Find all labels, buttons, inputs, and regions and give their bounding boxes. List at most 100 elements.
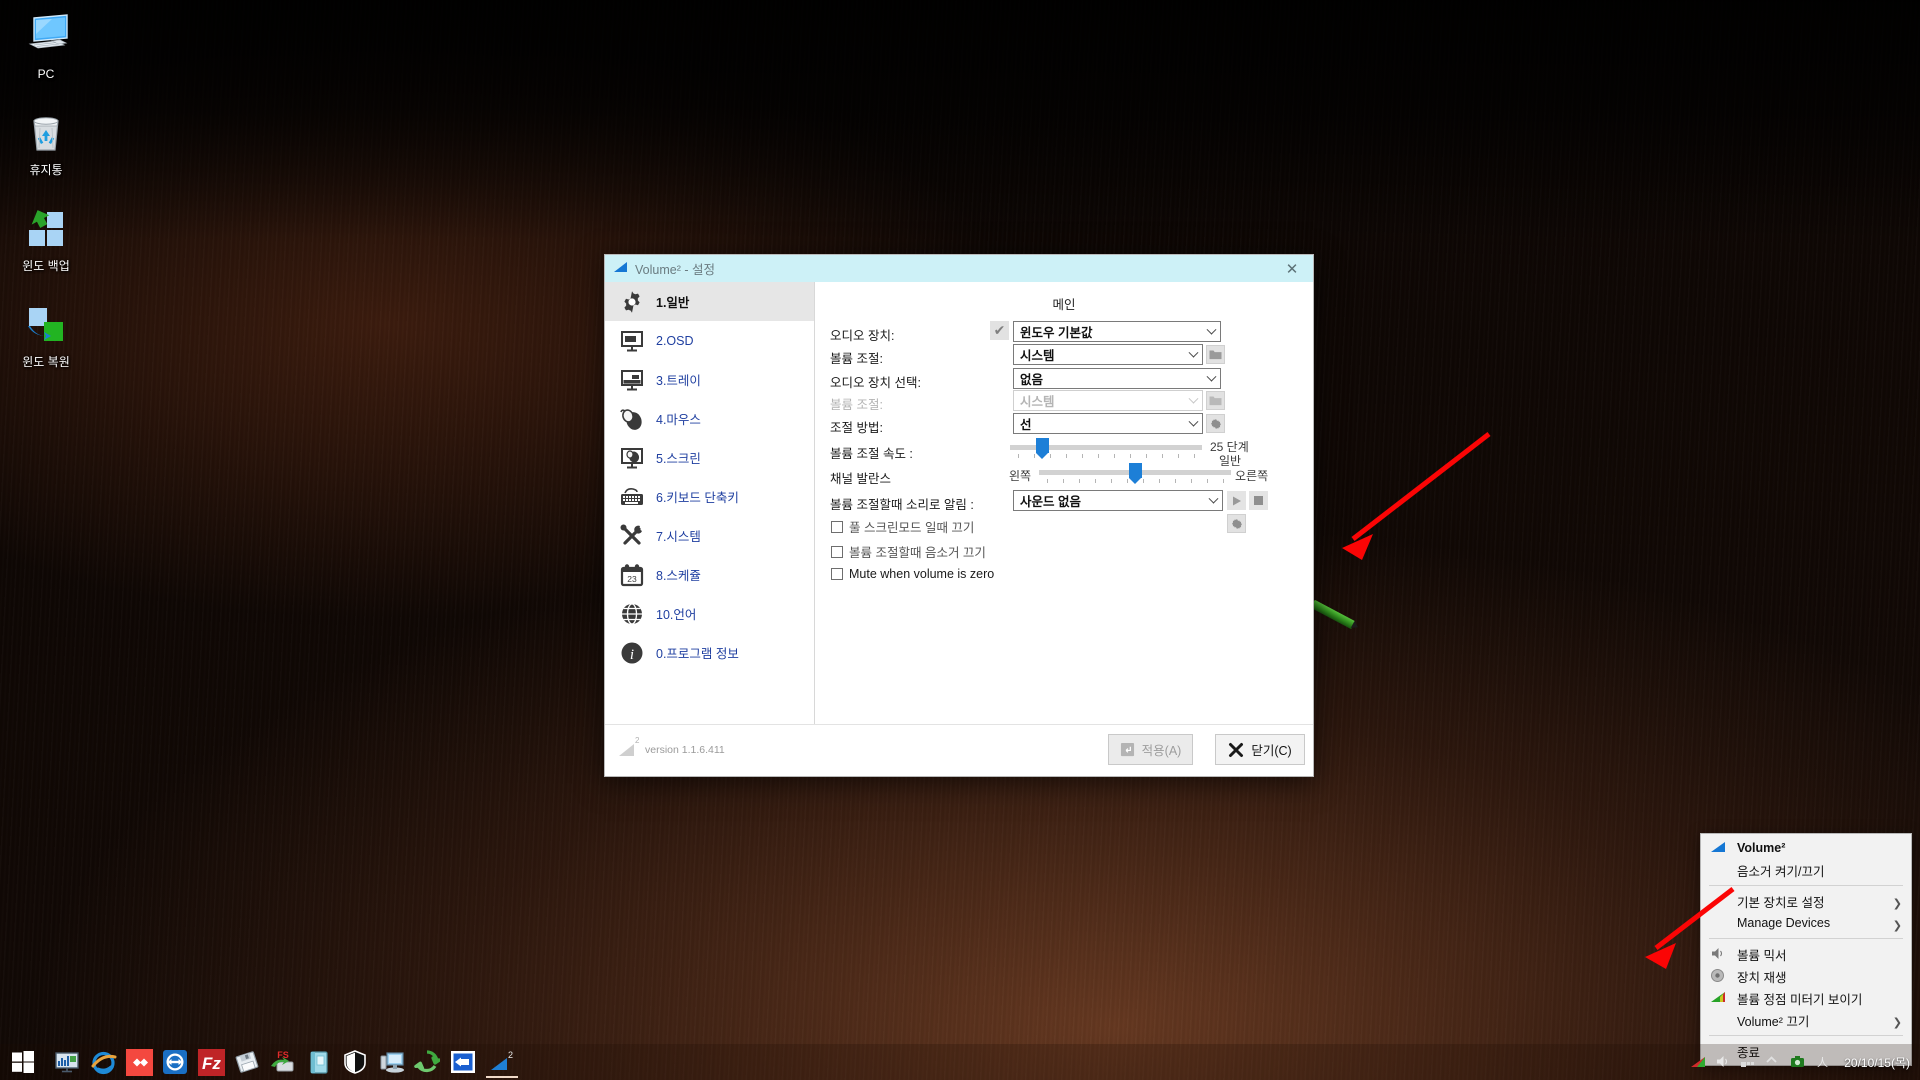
network-monitor-icon[interactable] bbox=[52, 1047, 82, 1077]
checkbox-box[interactable] bbox=[831, 520, 843, 533]
fs-backup-icon[interactable]: FS bbox=[268, 1047, 298, 1077]
adjust-method-combo[interactable]: 선 bbox=[1013, 413, 1203, 434]
recycle-bin-icon bbox=[22, 108, 70, 156]
sidebar-item-screen[interactable]: 5.스크린 bbox=[605, 438, 814, 477]
menu-item-label: 볼륨 정점 미터기 보이기 bbox=[1737, 992, 1863, 1007]
sound-preview-play-button[interactable] bbox=[1227, 491, 1246, 510]
taskbar[interactable]: Fz FS 2 人 20/10/15(목) bbox=[0, 1044, 1920, 1080]
sidebar-item-system[interactable]: 7.시스템 bbox=[605, 516, 814, 555]
slider-tick bbox=[1146, 454, 1147, 458]
chevron-down-icon bbox=[1208, 493, 1219, 504]
sound-preview-stop-button[interactable] bbox=[1249, 491, 1268, 510]
slider-thumb[interactable] bbox=[1036, 438, 1050, 459]
volume-control-secondary-browse-button bbox=[1206, 391, 1225, 410]
svg-text:i: i bbox=[629, 647, 633, 663]
channel-balance-slider[interactable] bbox=[1039, 463, 1231, 484]
shield-defender-icon[interactable] bbox=[340, 1047, 370, 1077]
audio-device-check-icon[interactable]: ✔ bbox=[990, 321, 1009, 340]
tray-context-menu[interactable]: Volume² 음소거 켜기/끄기 기본 장치로 설정 ❯ Manage Dev… bbox=[1700, 833, 1912, 1066]
volume-speed-slider[interactable] bbox=[1010, 438, 1202, 459]
slider-tick bbox=[1159, 479, 1160, 483]
main-panel-heading: 메인 bbox=[1052, 298, 1076, 312]
audio-device-select-combo[interactable]: 없음 bbox=[1013, 368, 1221, 389]
checkbox-box[interactable] bbox=[831, 568, 843, 580]
chevron-right-icon: ❯ bbox=[1892, 898, 1902, 910]
volume2-taskbar-button[interactable]: 2 bbox=[480, 1044, 524, 1080]
ebook-icon[interactable] bbox=[304, 1047, 334, 1077]
volume-control-browse-button[interactable] bbox=[1206, 345, 1225, 364]
menu-item-set-default-device[interactable]: 기본 장치로 설정 ❯ bbox=[1701, 890, 1911, 912]
teamviewer-icon[interactable] bbox=[160, 1047, 190, 1077]
slider-tick bbox=[1034, 454, 1035, 458]
desktop-icon-label: 휴지통 bbox=[29, 163, 63, 177]
menu-item-manage-devices[interactable]: Manage Devices ❯ bbox=[1701, 912, 1911, 934]
sidebar-item-tray[interactable]: 3.트레이 bbox=[605, 360, 814, 399]
desktop-icon-pc[interactable]: PC bbox=[0, 12, 92, 82]
filezilla-icon[interactable]: Fz bbox=[196, 1047, 226, 1077]
volume2-settings-window[interactable]: Volume² - 설정 ✕ 1.일반 2.OSD 3.트레이 4.마우스 5.… bbox=[604, 254, 1314, 777]
checkbox-box[interactable] bbox=[831, 545, 843, 558]
sidebar-item-mouse[interactable]: 4.마우스 bbox=[605, 399, 814, 438]
sidebar-item-osd[interactable]: 2.OSD bbox=[605, 321, 814, 360]
apply-button[interactable]: 적용(A) bbox=[1108, 734, 1193, 765]
system-tray[interactable]: 人 20/10/15(목) bbox=[1690, 1044, 1920, 1080]
menu-item-disable-volume2[interactable]: Volume² 끄기 ❯ bbox=[1701, 1009, 1911, 1031]
remote-desktop-icon[interactable] bbox=[376, 1047, 406, 1077]
slider-tick bbox=[1050, 454, 1051, 458]
menu-item-volume-mixer[interactable]: 볼륨 믹서 bbox=[1701, 943, 1911, 965]
desktop-icon-windows-restore[interactable]: 윈도 복원 bbox=[0, 300, 92, 370]
slider-tick bbox=[1098, 454, 1099, 458]
checkbox-fullscreen-off[interactable]: 풀 스크린모드 일때 끄기 bbox=[831, 517, 974, 536]
audio-device-select-combo-value: 없음 bbox=[1020, 373, 1044, 387]
sidebar-item-general[interactable]: 1.일반 bbox=[605, 282, 814, 321]
desktop-top-vignette bbox=[0, 0, 1920, 240]
label-volume-speed: 볼륨 조절 속도 : bbox=[830, 447, 913, 461]
floppy-save-icon[interactable] bbox=[232, 1047, 262, 1077]
sound-notify-combo[interactable]: 사운드 없음 bbox=[1013, 490, 1223, 511]
login-icon[interactable] bbox=[448, 1047, 478, 1077]
svg-text:2: 2 bbox=[635, 736, 640, 745]
desktop-icon-recycle-bin[interactable]: 휴지통 bbox=[0, 108, 92, 178]
recycle-refresh-icon[interactable] bbox=[412, 1047, 442, 1077]
audio-device-combo[interactable]: 윈도우 기본값 bbox=[1013, 321, 1221, 342]
menu-item-show-peak-meter[interactable]: 볼륨 정점 미터기 보이기 bbox=[1701, 987, 1911, 1009]
slider-thumb[interactable] bbox=[1128, 463, 1142, 484]
show-hidden-icon[interactable] bbox=[1765, 1054, 1781, 1070]
peak-meter-icon bbox=[1710, 990, 1726, 1006]
greenshot-icon[interactable] bbox=[1790, 1054, 1806, 1070]
sidebar-item-label: 10.언어 bbox=[656, 608, 697, 622]
close-icon[interactable]: ✕ bbox=[1271, 255, 1313, 282]
adjust-method-settings-button[interactable] bbox=[1206, 414, 1225, 433]
volume-control-combo[interactable]: 시스템 bbox=[1013, 344, 1203, 365]
menu-item-playback-devices[interactable]: 장치 재생 bbox=[1701, 965, 1911, 987]
start-icon[interactable] bbox=[0, 1044, 46, 1080]
menu-item-label: Volume² bbox=[1737, 841, 1786, 855]
osd-settings-gear-button[interactable] bbox=[1227, 514, 1246, 533]
sidebar-item-language[interactable]: 10.언어 bbox=[605, 594, 814, 633]
sidebar-item-about[interactable]: i 0.프로그램 정보 bbox=[605, 633, 814, 672]
windows-restore-icon bbox=[22, 300, 70, 348]
sidebar-item-label: 5.스크린 bbox=[656, 452, 701, 466]
svg-text:人: 人 bbox=[1817, 1056, 1828, 1069]
sidebar-item-schedule[interactable]: 23 8.스케쥴 bbox=[605, 555, 814, 594]
menu-item-toggle-mute[interactable]: 음소거 켜기/끄기 bbox=[1701, 859, 1911, 881]
taskbar-clock[interactable]: 20/10/15(목) bbox=[1844, 1054, 1910, 1071]
network-tray-icon[interactable] bbox=[1740, 1054, 1756, 1070]
menu-item-label: 음소거 켜기/끄기 bbox=[1737, 864, 1825, 879]
close-button[interactable]: 닫기(C) bbox=[1215, 734, 1305, 765]
desktop-icon-windows-backup[interactable]: 윈도 백업 bbox=[0, 204, 92, 274]
volume2-tray-icon[interactable] bbox=[1690, 1054, 1706, 1070]
window-titlebar[interactable]: Volume² - 설정 ✕ bbox=[605, 255, 1313, 282]
everything-icon[interactable] bbox=[124, 1047, 154, 1077]
label-adjust-method: 조절 방법: bbox=[830, 421, 883, 435]
chevron-down-icon bbox=[1188, 347, 1199, 358]
internet-explorer-icon[interactable] bbox=[88, 1047, 118, 1077]
menu-item-volume2[interactable]: Volume² bbox=[1701, 837, 1911, 859]
checkbox-unmute-on-volume-change[interactable]: 볼륨 조절할때 음소거 끄기 bbox=[831, 542, 986, 561]
ime-icon[interactable]: 人 bbox=[1815, 1054, 1831, 1070]
chevron-down-icon bbox=[1188, 393, 1199, 404]
label-sound-notify: 볼륨 조절할때 소리로 알림 : bbox=[830, 498, 974, 512]
checkbox-mute-when-zero[interactable]: Mute when volume is zero bbox=[831, 567, 994, 581]
volume-tray-icon[interactable] bbox=[1715, 1054, 1731, 1070]
sidebar-item-keyboard-shortcuts[interactable]: 6.키보드 단축키 bbox=[605, 477, 814, 516]
